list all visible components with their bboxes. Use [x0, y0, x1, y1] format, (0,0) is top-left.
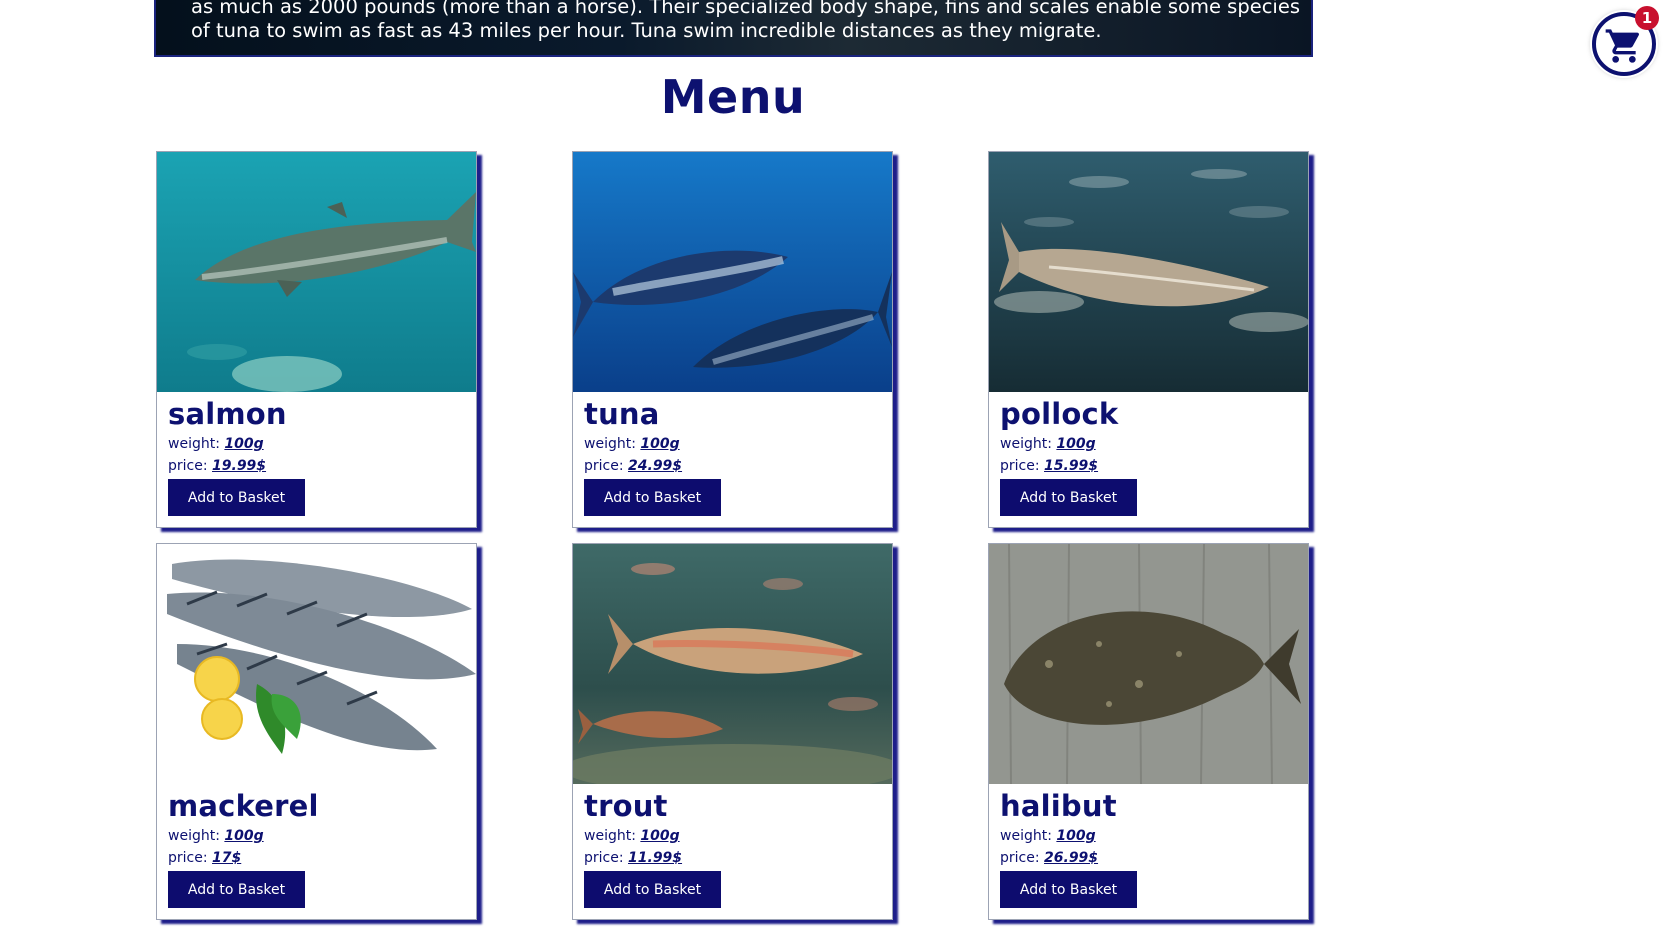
product-name: trout	[584, 789, 668, 823]
add-to-basket-button[interactable]: Add to Basket	[168, 479, 305, 516]
product-card-pollock: pollock weight: 100g price: 15.99$ Add t…	[988, 151, 1309, 528]
mackerel-photo	[157, 544, 476, 784]
product-name: tuna	[584, 397, 660, 431]
add-to-basket-button[interactable]: Add to Basket	[584, 479, 721, 516]
weight-value: 100g	[224, 828, 264, 844]
product-card-mackerel: mackerel weight: 100g price: 17$ Add to …	[156, 543, 477, 920]
add-to-basket-button[interactable]: Add to Basket	[1000, 479, 1137, 516]
product-name: salmon	[168, 397, 287, 431]
product-name: pollock	[1000, 397, 1119, 431]
product-name: mackerel	[168, 789, 319, 823]
banner-text: as much as 2000 pounds (more than a hors…	[191, 0, 1301, 42]
add-to-basket-button[interactable]: Add to Basket	[1000, 871, 1137, 908]
product-card-tuna: tuna weight: 100g price: 24.99$ Add to B…	[572, 151, 893, 528]
product-price: price: 26.99$	[1000, 850, 1099, 866]
product-price: price: 19.99$	[168, 458, 267, 474]
product-card-salmon: salmon weight: 100g price: 19.99$ Add to…	[156, 151, 477, 528]
pollock-photo	[989, 152, 1308, 392]
weight-value: 100g	[640, 828, 680, 844]
cart-count-badge: 1	[1635, 6, 1659, 30]
page: as much as 2000 pounds (more than a hors…	[0, 0, 1665, 949]
weight-value: 100g	[1056, 436, 1096, 452]
info-banner: as much as 2000 pounds (more than a hors…	[154, 0, 1313, 57]
salmon-photo	[157, 152, 476, 392]
price-value: 19.99$	[212, 458, 267, 474]
product-price: price: 17$	[168, 850, 242, 866]
product-price: price: 15.99$	[1000, 458, 1099, 474]
weight-value: 100g	[1056, 828, 1096, 844]
product-weight: weight: 100g	[1000, 436, 1096, 452]
halibut-photo	[989, 544, 1308, 784]
price-value: 11.99$	[628, 850, 683, 866]
trout-photo	[573, 544, 892, 784]
price-value: 15.99$	[1044, 458, 1099, 474]
product-weight: weight: 100g	[168, 828, 264, 844]
product-card-halibut: halibut weight: 100g price: 26.99$ Add t…	[988, 543, 1309, 920]
price-value: 24.99$	[628, 458, 683, 474]
tuna-photo	[573, 152, 892, 392]
add-to-basket-button[interactable]: Add to Basket	[584, 871, 721, 908]
product-card-trout: trout weight: 100g price: 11.99$ Add to …	[572, 543, 893, 920]
menu-title: Menu	[660, 70, 806, 124]
product-weight: weight: 100g	[584, 436, 680, 452]
price-value: 17$	[212, 850, 242, 866]
cart-icon	[1605, 29, 1640, 63]
product-name: halibut	[1000, 789, 1117, 823]
product-price: price: 11.99$	[584, 850, 683, 866]
weight-value: 100g	[640, 436, 680, 452]
product-price: price: 24.99$	[584, 458, 683, 474]
price-value: 26.99$	[1044, 850, 1099, 866]
product-weight: weight: 100g	[168, 436, 264, 452]
product-weight: weight: 100g	[1000, 828, 1096, 844]
add-to-basket-button[interactable]: Add to Basket	[168, 871, 305, 908]
product-weight: weight: 100g	[584, 828, 680, 844]
weight-value: 100g	[224, 436, 264, 452]
